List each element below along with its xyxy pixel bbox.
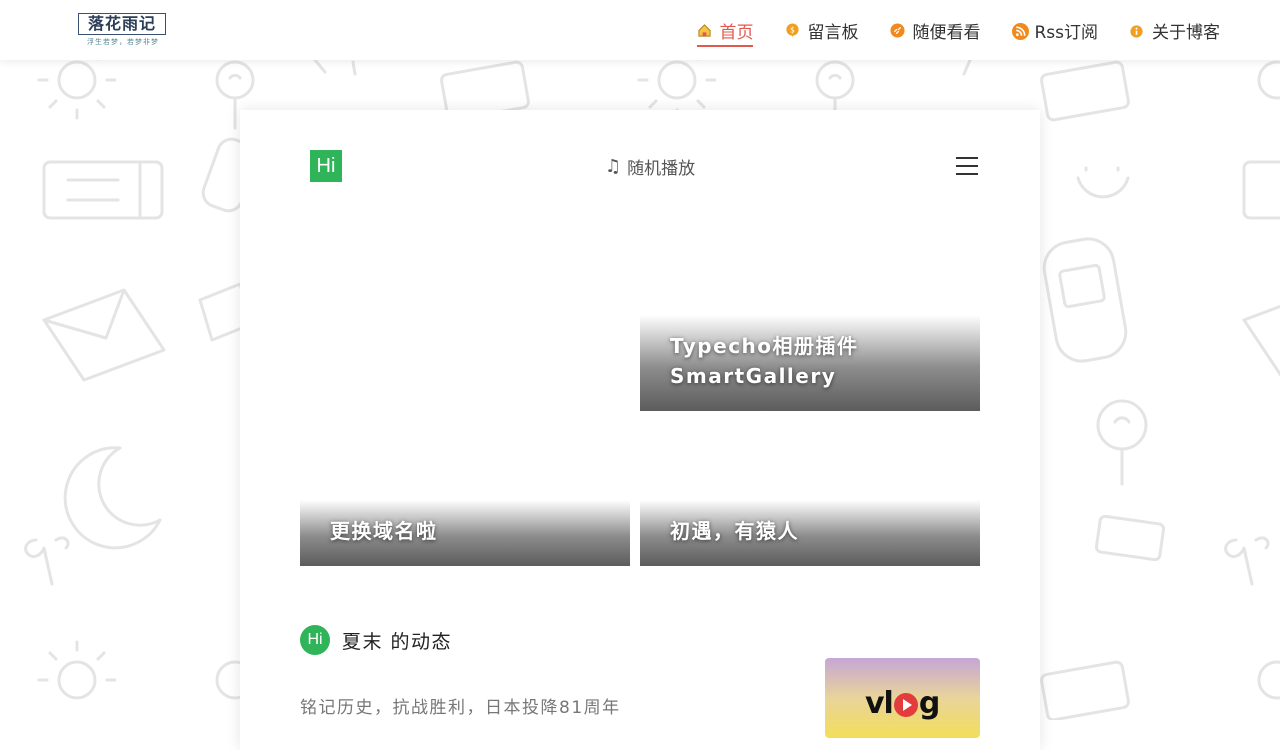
logo-text: 落花雨记	[78, 13, 166, 35]
dynamic-text[interactable]: 铭记历史，抗战胜利，日本投降81周年	[300, 693, 621, 718]
home-icon	[697, 23, 712, 38]
music-note-icon: ♫	[605, 156, 622, 177]
nav-label-browse: 随便看看	[912, 22, 981, 43]
vlog-thumbnail-text: vl g	[865, 686, 940, 721]
avatar: Hi	[300, 625, 330, 655]
nav-item-guestbook[interactable]: $ 留言板	[785, 0, 858, 60]
post-card[interactable]: 更换域名啦	[300, 500, 630, 566]
random-play-label: 随机播放	[627, 159, 696, 179]
post-title: Typecho相册插件SmartGallery	[670, 334, 859, 388]
nav-label-about: 关于博客	[1152, 22, 1220, 43]
nav-item-about[interactable]: 关于博客	[1130, 0, 1220, 60]
nav-label-rss: Rss订阅	[1034, 22, 1098, 43]
main-nav: 首页 $ 留言板 随便看看 Rss订阅 关于博客	[665, 0, 1220, 60]
post-card[interactable]: Typecho相册插件SmartGallery	[640, 315, 980, 411]
site-logo[interactable]: 落花雨记 浮生若梦，若梦非梦	[78, 13, 168, 47]
random-play-button[interactable]: ♫ 随机播放	[605, 154, 695, 179]
post-title: 初遇，有猿人	[670, 519, 799, 543]
post-title: 更换域名啦	[330, 519, 438, 543]
main-card: Hi ♫ 随机播放 Typecho相册插件SmartGallery 更换域名啦 …	[240, 110, 1040, 750]
dynamic-thumbnail[interactable]: vl g	[825, 658, 980, 738]
dynamic-header: Hi 夏末 的动态	[300, 625, 452, 655]
nav-item-browse[interactable]: 随便看看	[890, 0, 980, 60]
hi-logo[interactable]: Hi	[310, 150, 342, 182]
play-icon	[893, 692, 918, 717]
link-icon	[890, 22, 905, 38]
svg-text:$: $	[791, 25, 796, 34]
message-icon: $	[785, 22, 800, 38]
info-icon	[1130, 23, 1145, 38]
rss-icon	[1012, 22, 1030, 40]
logo-subtitle: 浮生若梦，若梦非梦	[87, 38, 159, 46]
nav-label-home: 首页	[719, 22, 754, 43]
hamburger-menu-icon[interactable]	[956, 157, 978, 175]
post-card[interactable]: 初遇，有猿人	[640, 500, 980, 566]
nav-label-guestbook: 留言板	[807, 22, 859, 43]
top-navbar: 落花雨记 浮生若梦，若梦非梦 首页 $ 留言板 随便看看 Rss订阅 关于博客	[0, 0, 1280, 60]
nav-item-home[interactable]: 首页	[697, 0, 754, 60]
nav-item-rss[interactable]: Rss订阅	[1012, 0, 1098, 60]
dynamic-title: 夏末 的动态	[342, 630, 453, 653]
